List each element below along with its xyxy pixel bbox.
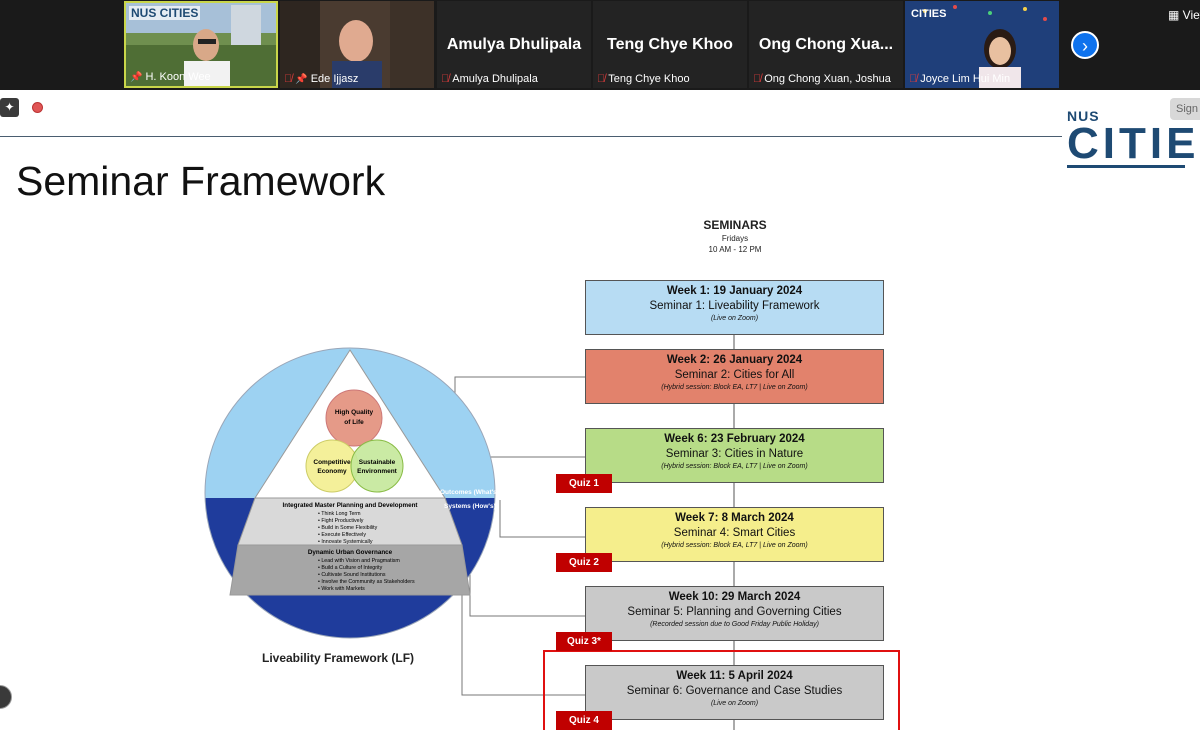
framework-list-item: • Build a Culture of Integrity — [318, 565, 383, 571]
participant-big-name: Amulya Dhulipala — [446, 36, 582, 53]
week-note: (Recorded session due to Good Friday Pub… — [650, 621, 819, 628]
week-note: (Live on Zoom) — [710, 315, 759, 322]
participant-big-name: Ong Chong Xua... — [758, 36, 894, 53]
participant-name: Teng Chye Khoo — [608, 73, 690, 85]
week-box-5: Week 10: 29 March 2024 Seminar 5: Planni… — [585, 586, 884, 641]
framework-list-item: • Work with Markets — [318, 586, 365, 592]
week-box-1: Week 1: 19 January 2024 Seminar 1: Livea… — [585, 280, 884, 335]
week-seminar: Seminar 3: Cities in Nature — [665, 448, 804, 460]
participant-name: H. Koon Wee — [145, 71, 211, 83]
participant-name: Amulya Dhulipala — [452, 73, 538, 85]
participant-strip: NUS CITIES 📌 H. Koon Wee 🎙̸ 📌 Ede Ijjasz… — [0, 0, 1200, 90]
participant-label: 🎙̸ Amulya Dhulipala — [441, 73, 538, 85]
week-note: (Hybrid session: Block EA, LT7 | Live on… — [661, 463, 808, 470]
week-seminar: Seminar 4: Smart Cities — [673, 527, 796, 539]
participant-name: Joyce Lim Hui Min — [920, 73, 1011, 85]
systems-label: Systems (How's) — [444, 503, 496, 510]
mic-muted-icon: 🎙̸ — [284, 73, 293, 85]
mic-muted-icon: 🎙̸ — [909, 73, 918, 85]
chevron-right-icon: › — [1082, 36, 1088, 56]
framework-list-item: • Fight Productively — [318, 518, 364, 524]
quiz-badge: Quiz 2 — [556, 553, 612, 572]
view-button[interactable]: ▦ View — [1168, 8, 1200, 22]
next-page-button[interactable]: › — [1071, 31, 1099, 59]
shared-slide: ✦ Sign NUS CITIES Seminar Framework SEMI… — [0, 90, 1200, 730]
week-note: (Hybrid session: Block EA, LT7 | Live on… — [661, 542, 808, 549]
dug-title: Dynamic Urban Governance — [308, 549, 393, 556]
outcomes-label: Outcomes (What's) — [440, 489, 499, 496]
participant-tile-teng-chye-khoo[interactable]: Teng Chye Khoo 🎙̸ Teng Chye Khoo — [593, 1, 747, 88]
week-box-2: Week 2: 26 January 2024 Seminar 2: Citie… — [585, 349, 884, 404]
view-label: View — [1182, 8, 1200, 22]
mic-muted-icon: 🎙̸ — [597, 73, 606, 85]
participant-label: 📌 H. Koon Wee — [130, 71, 211, 83]
liveability-framework-diagram: High Quality of Life Competitive Economy… — [204, 347, 499, 639]
week-note: (Hybrid session: Block EA, LT7 | Live on… — [661, 384, 808, 391]
framework-list-item: • Think Long Term — [318, 511, 361, 517]
week-seminar: Seminar 2: Cities for All — [674, 369, 795, 381]
participant-tile-amulya[interactable]: Amulya Dhulipala 🎙̸ Amulya Dhulipala — [437, 1, 591, 88]
participant-label: 🎙̸ Ong Chong Xuan, Joshua — [753, 73, 891, 85]
week-box-4: Week 7: 8 March 2024 Seminar 4: Smart Ci… — [585, 507, 884, 562]
framework-list-item: • Execute Effectively — [318, 532, 366, 538]
participant-tile-joyce-lim[interactable]: CITIES 🎙̸ Joyce Lim Hui Min — [905, 1, 1059, 88]
framework-list-item: • Involve the Community as Stakeholders — [318, 579, 415, 585]
economy-label-2: Economy — [317, 468, 347, 475]
participant-label: 🎙̸ Joyce Lim Hui Min — [909, 73, 1010, 85]
logo-overlay: NUS CITIES — [129, 6, 201, 20]
week-date: Week 7: 8 March 2024 — [675, 512, 794, 524]
environment-label-2: Environment — [357, 468, 398, 475]
participant-big-name: Teng Chye Khoo — [607, 36, 733, 53]
participant-label: 🎙̸ Teng Chye Khoo — [597, 73, 690, 85]
week-seminar: Seminar 1: Liveability Framework — [649, 300, 820, 312]
hqol-label-2: of Life — [344, 419, 364, 426]
grid-icon: ▦ — [1168, 8, 1183, 22]
participant-label: 🎙̸ 📌 Ede Ijjasz — [284, 73, 358, 85]
participant-tile-ong-chong-xuan[interactable]: Ong Chong Xua... 🎙̸ Ong Chong Xuan, Josh… — [749, 1, 903, 88]
week-box-3: Week 6: 23 February 2024 Seminar 3: Citi… — [585, 428, 884, 483]
participant-name: Ong Chong Xuan, Joshua — [764, 73, 891, 85]
economy-label: Competitive — [313, 459, 351, 466]
framework-list-item: • Lead with Vision and Pragmatism — [318, 558, 400, 564]
framework-list-item: • Innovate Systemically — [318, 539, 373, 545]
week-seminar: Seminar 5: Planning and Governing Cities — [627, 606, 842, 618]
quiz-badge: Quiz 3* — [556, 632, 612, 651]
pin-icon: 📌 — [295, 73, 308, 85]
logo-overlay: CITIES — [911, 8, 947, 20]
framework-list-item: • Build in Some Flexibility — [318, 525, 378, 531]
pin-icon: 📌 — [130, 71, 143, 83]
environment-label: Sustainable — [359, 459, 396, 466]
mic-muted-icon: 🎙̸ — [753, 73, 762, 85]
hqol-label: High Quality — [335, 409, 374, 416]
lf-caption: Liveability Framework (LF) — [262, 651, 415, 665]
participant-tile-koon-wee[interactable]: NUS CITIES 📌 H. Koon Wee — [124, 1, 278, 88]
quiz-badge: Quiz 1 — [556, 474, 612, 493]
week-date: Week 6: 23 February 2024 — [664, 433, 805, 445]
week-date: Week 10: 29 March 2024 — [668, 591, 801, 603]
framework-list-item: • Cultivate Sound Institutions — [318, 572, 386, 578]
quiz-badge: Quiz 4 — [556, 711, 612, 730]
week-date: Week 1: 19 January 2024 — [666, 285, 803, 297]
participant-name: Ede Ijjasz — [310, 73, 359, 85]
imp-title: Integrated Master Planning and Developme… — [282, 502, 418, 509]
mic-muted-icon: 🎙̸ — [441, 73, 450, 85]
participant-tile-ede-ijjasz[interactable]: 🎙̸ 📌 Ede Ijjasz — [280, 1, 434, 88]
week-date: Week 2: 26 January 2024 — [666, 354, 803, 366]
